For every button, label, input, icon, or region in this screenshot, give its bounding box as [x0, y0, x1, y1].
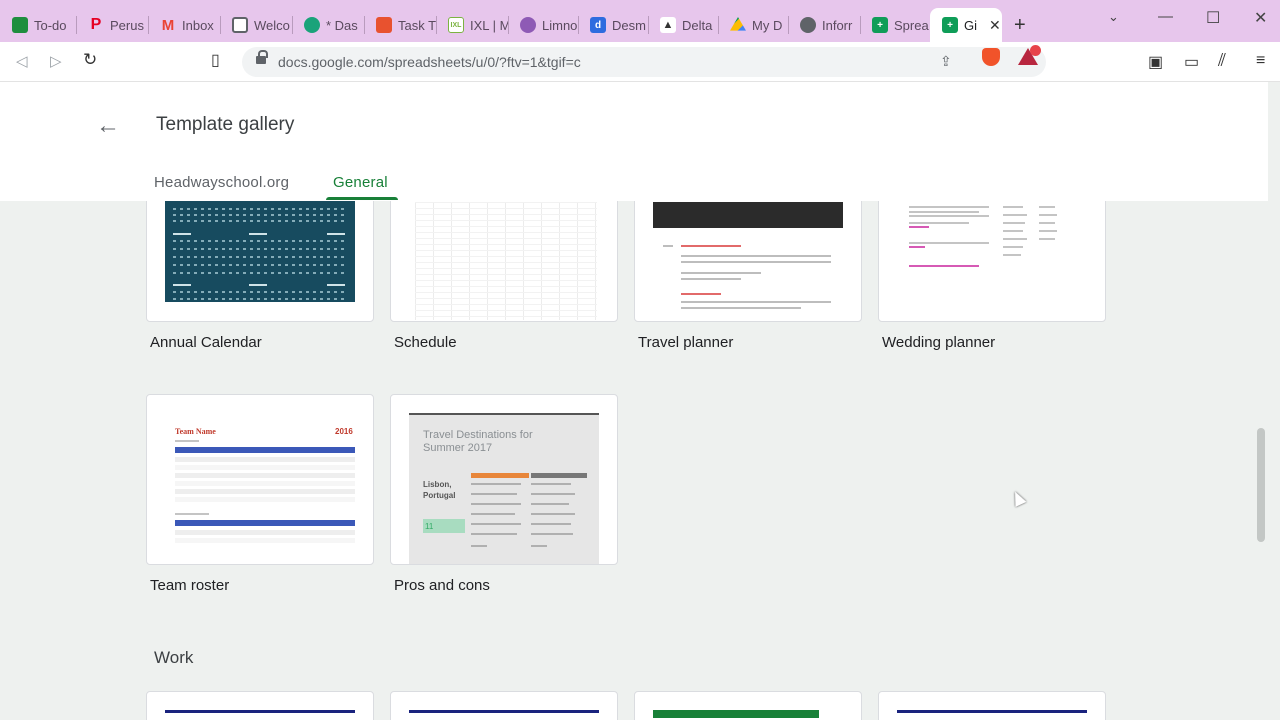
calendar-thumbnail: [165, 201, 355, 302]
address-bar[interactable]: docs.google.com/spreadsheets/u/0/?ftv=1&…: [242, 47, 1046, 77]
globe-icon: [800, 17, 816, 33]
gmail-icon: M: [161, 16, 175, 34]
browser-tab[interactable]: To-do: [0, 9, 76, 41]
template-wedding-planner[interactable]: [878, 201, 1106, 322]
close-tab-icon[interactable]: ✕: [989, 17, 1001, 34]
brave-shield-icon[interactable]: [982, 48, 1000, 66]
browser-tab[interactable]: M Inbox: [148, 9, 220, 41]
doc-icon: [232, 17, 248, 33]
scrollbar-track[interactable]: [1268, 82, 1280, 720]
browser-tab[interactable]: d Desm: [578, 9, 648, 41]
graduation-cap-icon: ▲: [660, 17, 676, 33]
template-label[interactable]: Team roster: [150, 577, 229, 594]
wallet-icon[interactable]: ▭: [1184, 52, 1199, 72]
tab-label: Welco: [254, 17, 290, 33]
notification-badge: [1030, 45, 1041, 56]
minimize-icon[interactable]: —: [1158, 8, 1173, 25]
desmos-icon: d: [590, 17, 606, 33]
template-schedule[interactable]: [390, 201, 618, 322]
new-tab-icon[interactable]: +: [1014, 14, 1026, 37]
hexagon-icon: [304, 17, 320, 33]
tab-label: Delta: [682, 17, 713, 33]
template-card[interactable]: [390, 691, 618, 720]
menu-icon[interactable]: ≡: [1256, 52, 1265, 70]
browser-tab[interactable]: Task T: [364, 9, 436, 41]
template-card[interactable]: [146, 691, 374, 720]
page-title: Template gallery: [156, 114, 295, 135]
browser-tab-strip: To-do P Perus M Inbox Welco * Das Task T…: [0, 0, 1280, 42]
template-label[interactable]: Schedule: [394, 334, 457, 351]
sheets-icon: +: [872, 17, 888, 33]
template-card[interactable]: [878, 691, 1106, 720]
schedule-thumbnail: [415, 202, 597, 320]
template-label[interactable]: Travel planner: [638, 334, 733, 351]
template-pros-and-cons[interactable]: Travel Destinations for Summer 2017 Lisb…: [390, 394, 618, 565]
reload-icon[interactable]: ↻: [83, 50, 97, 70]
browser-tab[interactable]: * Das: [292, 9, 364, 41]
tab-label: Limno: [542, 17, 578, 33]
close-window-icon[interactable]: ✕: [1254, 8, 1267, 28]
browser-tab[interactable]: Limno: [508, 9, 578, 41]
tab-label: Perus: [110, 17, 144, 33]
browser-tab[interactable]: ▲ Delta: [648, 9, 718, 41]
url-text[interactable]: docs.google.com/spreadsheets/u/0/?ftv=1&…: [278, 54, 581, 70]
cloud-icon: [520, 17, 536, 33]
tab-label: Inforr: [822, 17, 853, 33]
tab-label: Task T: [398, 17, 436, 33]
template-annual-calendar[interactable]: [146, 201, 374, 322]
tab-indicator: [326, 197, 398, 200]
forward-nav-icon[interactable]: ▷: [50, 52, 62, 70]
template-label[interactable]: Wedding planner: [882, 334, 995, 351]
bookmark-icon[interactable]: ▯: [211, 50, 220, 70]
tab-label: Gi: [964, 17, 977, 33]
back-nav-icon[interactable]: ◁: [16, 52, 28, 70]
template-team-roster[interactable]: Team Name 2016: [146, 394, 374, 565]
tab-search-icon[interactable]: ⌄: [1108, 9, 1119, 25]
classroom-icon: [12, 17, 28, 33]
template-label[interactable]: Annual Calendar: [150, 334, 262, 351]
roster-thumb-year: 2016: [335, 427, 353, 436]
tab-label: Inbox: [182, 17, 214, 33]
task-icon: [376, 17, 392, 33]
drive-icon: [730, 17, 746, 31]
template-label[interactable]: Pros and cons: [394, 577, 490, 594]
share-icon[interactable]: ⇪: [940, 53, 952, 70]
pinterest-icon: P: [90, 16, 102, 33]
tab-label: Sprea: [894, 17, 929, 33]
tab-label: * Das: [326, 17, 358, 33]
browser-tab-active[interactable]: + Gi ✕: [930, 8, 1002, 42]
browser-tab[interactable]: Welco: [220, 9, 292, 41]
browser-tab[interactable]: + Sprea: [860, 9, 930, 41]
tab-headwayschool[interactable]: Headwayschool.org: [154, 174, 289, 191]
roster-thumb-title: Team Name: [175, 427, 216, 436]
sheets-icon: +: [942, 17, 958, 33]
browser-tab[interactable]: IXL IXL | M: [436, 9, 508, 41]
browser-tab[interactable]: My D: [718, 9, 788, 41]
tab-label: Desm: [612, 17, 646, 33]
ixl-icon: IXL: [448, 17, 464, 33]
tab-general[interactable]: General: [333, 174, 388, 191]
tab-label: To-do: [34, 17, 67, 33]
extension-icon[interactable]: ⫽: [1218, 50, 1226, 71]
gallery-header: ← Template gallery Headwayschool.org Gen…: [0, 82, 1268, 201]
tab-label: My D: [752, 17, 783, 33]
pc-thumb-title: Travel Destinations for Summer 2017: [423, 429, 533, 454]
pc-thumb-city: Lisbon, Portugal: [423, 480, 456, 500]
browser-toolbar: ◁ ▷ ↻ ▯ docs.google.com/spreadsheets/u/0…: [0, 42, 1280, 82]
template-card[interactable]: [634, 691, 862, 720]
browser-tab[interactable]: Inforr: [788, 9, 860, 41]
lock-icon: [256, 50, 268, 65]
template-travel-planner[interactable]: [634, 201, 862, 322]
tab-label: IXL | M: [470, 17, 508, 33]
pc-thumb-number: 11: [423, 519, 465, 533]
maximize-icon[interactable]: ☐: [1206, 8, 1220, 28]
back-arrow-icon[interactable]: ←: [96, 112, 120, 140]
section-heading-work: Work: [154, 648, 194, 667]
browser-tab[interactable]: P Perus: [76, 9, 148, 41]
sidebar-icon[interactable]: ▣: [1148, 52, 1163, 72]
template-grid: Annual Calendar Schedule Travel planner …: [0, 201, 1268, 720]
